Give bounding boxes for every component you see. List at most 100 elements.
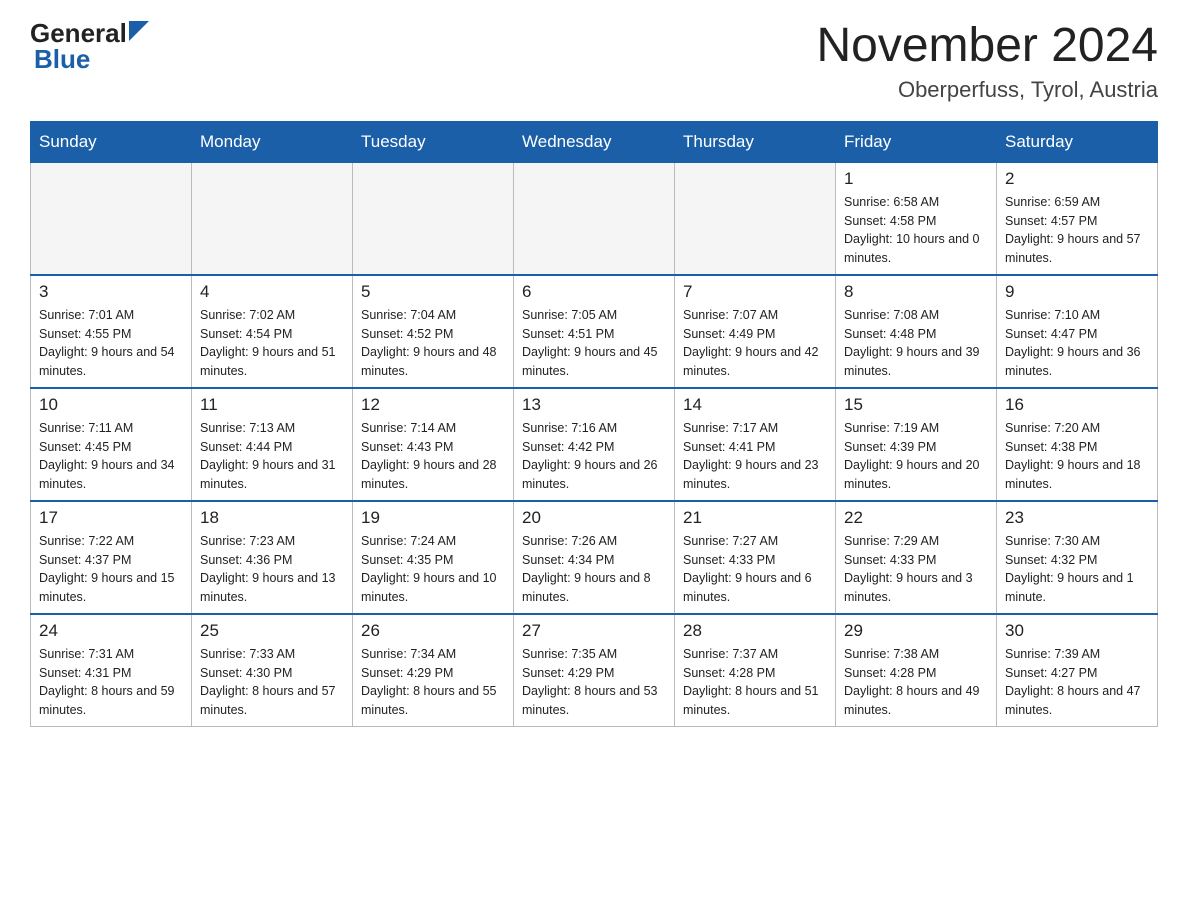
day-number: 26 <box>361 621 505 641</box>
day-info: Sunrise: 6:59 AMSunset: 4:57 PMDaylight:… <box>1005 193 1149 268</box>
week-row-5: 24 Sunrise: 7:31 AMSunset: 4:31 PMDayligh… <box>31 614 1158 727</box>
day-info: Sunrise: 7:27 AMSunset: 4:33 PMDaylight:… <box>683 532 827 607</box>
day-number: 13 <box>522 395 666 415</box>
calendar-cell <box>31 162 192 275</box>
week-row-4: 17 Sunrise: 7:22 AMSunset: 4:37 PMDayligh… <box>31 501 1158 614</box>
weekday-header-tuesday: Tuesday <box>353 121 514 162</box>
day-info: Sunrise: 7:11 AMSunset: 4:45 PMDaylight:… <box>39 419 183 494</box>
day-number: 6 <box>522 282 666 302</box>
weekday-header-sunday: Sunday <box>31 121 192 162</box>
day-info: Sunrise: 6:58 AMSunset: 4:58 PMDaylight:… <box>844 193 988 268</box>
day-info: Sunrise: 7:37 AMSunset: 4:28 PMDaylight:… <box>683 645 827 720</box>
calendar-subtitle: Oberperfuss, Tyrol, Austria <box>816 77 1158 103</box>
calendar-cell: 16 Sunrise: 7:20 AMSunset: 4:38 PMDayligh… <box>997 388 1158 501</box>
day-info: Sunrise: 7:04 AMSunset: 4:52 PMDaylight:… <box>361 306 505 381</box>
day-number: 18 <box>200 508 344 528</box>
day-number: 23 <box>1005 508 1149 528</box>
calendar-cell: 25Sunrise: 7:33 AMSunset: 4:30 PMDayligh… <box>192 614 353 727</box>
day-info: Sunrise: 7:29 AMSunset: 4:33 PMDaylight:… <box>844 532 988 607</box>
day-info: Sunrise: 7:23 AMSunset: 4:36 PMDaylight:… <box>200 532 344 607</box>
day-info: Sunrise: 7:16 AMSunset: 4:42 PMDaylight:… <box>522 419 666 494</box>
day-info: Sunrise: 7:30 AMSunset: 4:32 PMDaylight:… <box>1005 532 1149 607</box>
week-row-2: 3 Sunrise: 7:01 AMSunset: 4:55 PMDaylight… <box>31 275 1158 388</box>
day-info: Sunrise: 7:14 AMSunset: 4:43 PMDaylight:… <box>361 419 505 494</box>
calendar-cell: 21 Sunrise: 7:27 AMSunset: 4:33 PMDayligh… <box>675 501 836 614</box>
calendar-cell: 22 Sunrise: 7:29 AMSunset: 4:33 PMDayligh… <box>836 501 997 614</box>
calendar-cell: 14Sunrise: 7:17 AMSunset: 4:41 PMDayligh… <box>675 388 836 501</box>
calendar-table: SundayMondayTuesdayWednesdayThursdayFrid… <box>30 121 1158 727</box>
day-number: 28 <box>683 621 827 641</box>
day-number: 1 <box>844 169 988 189</box>
day-number: 15 <box>844 395 988 415</box>
logo-general-text: General <box>30 20 127 46</box>
calendar-cell: 15Sunrise: 7:19 AMSunset: 4:39 PMDayligh… <box>836 388 997 501</box>
calendar-cell: 2 Sunrise: 6:59 AMSunset: 4:57 PMDaylight… <box>997 162 1158 275</box>
weekday-header-row: SundayMondayTuesdayWednesdayThursdayFrid… <box>31 121 1158 162</box>
day-number: 24 <box>39 621 183 641</box>
day-number: 20 <box>522 508 666 528</box>
day-number: 4 <box>200 282 344 302</box>
calendar-cell: 10 Sunrise: 7:11 AMSunset: 4:45 PMDayligh… <box>31 388 192 501</box>
day-number: 11 <box>200 395 344 415</box>
calendar-cell: 29 Sunrise: 7:38 AMSunset: 4:28 PMDayligh… <box>836 614 997 727</box>
day-info: Sunrise: 7:34 AMSunset: 4:29 PMDaylight:… <box>361 645 505 720</box>
day-info: Sunrise: 7:26 AMSunset: 4:34 PMDaylight:… <box>522 532 666 607</box>
calendar-cell: 8 Sunrise: 7:08 AMSunset: 4:48 PMDaylight… <box>836 275 997 388</box>
day-number: 12 <box>361 395 505 415</box>
day-info: Sunrise: 7:35 AMSunset: 4:29 PMDaylight:… <box>522 645 666 720</box>
day-number: 17 <box>39 508 183 528</box>
day-info: Sunrise: 7:20 AMSunset: 4:38 PMDaylight:… <box>1005 419 1149 494</box>
day-number: 16 <box>1005 395 1149 415</box>
day-info: Sunrise: 7:13 AMSunset: 4:44 PMDaylight:… <box>200 419 344 494</box>
calendar-cell: 30 Sunrise: 7:39 AMSunset: 4:27 PMDayligh… <box>997 614 1158 727</box>
logo-blue-text: Blue <box>34 44 90 75</box>
day-info: Sunrise: 7:39 AMSunset: 4:27 PMDaylight:… <box>1005 645 1149 720</box>
day-info: Sunrise: 7:31 AMSunset: 4:31 PMDaylight:… <box>39 645 183 720</box>
calendar-cell: 4Sunrise: 7:02 AMSunset: 4:54 PMDaylight… <box>192 275 353 388</box>
calendar-cell: 20 Sunrise: 7:26 AMSunset: 4:34 PMDayligh… <box>514 501 675 614</box>
day-number: 5 <box>361 282 505 302</box>
calendar-cell: 13 Sunrise: 7:16 AMSunset: 4:42 PMDayligh… <box>514 388 675 501</box>
calendar-cell: 19Sunrise: 7:24 AMSunset: 4:35 PMDayligh… <box>353 501 514 614</box>
calendar-cell: 6Sunrise: 7:05 AMSunset: 4:51 PMDaylight… <box>514 275 675 388</box>
weekday-header-friday: Friday <box>836 121 997 162</box>
calendar-cell: 26 Sunrise: 7:34 AMSunset: 4:29 PMDayligh… <box>353 614 514 727</box>
day-number: 30 <box>1005 621 1149 641</box>
calendar-cell: 5 Sunrise: 7:04 AMSunset: 4:52 PMDaylight… <box>353 275 514 388</box>
weekday-header-monday: Monday <box>192 121 353 162</box>
calendar-cell: 18 Sunrise: 7:23 AMSunset: 4:36 PMDayligh… <box>192 501 353 614</box>
day-info: Sunrise: 7:01 AMSunset: 4:55 PMDaylight:… <box>39 306 183 381</box>
calendar-cell: 1 Sunrise: 6:58 AMSunset: 4:58 PMDaylight… <box>836 162 997 275</box>
day-number: 27 <box>522 621 666 641</box>
day-number: 29 <box>844 621 988 641</box>
day-number: 9 <box>1005 282 1149 302</box>
calendar-cell: 11 Sunrise: 7:13 AMSunset: 4:44 PMDayligh… <box>192 388 353 501</box>
day-number: 22 <box>844 508 988 528</box>
logo-arrow-icon <box>129 21 149 41</box>
day-number: 10 <box>39 395 183 415</box>
weekday-header-wednesday: Wednesday <box>514 121 675 162</box>
calendar-cell <box>192 162 353 275</box>
page-header: General Blue November 2024 Oberperfuss, … <box>30 20 1158 103</box>
calendar-cell: 3 Sunrise: 7:01 AMSunset: 4:55 PMDaylight… <box>31 275 192 388</box>
calendar-cell: 12 Sunrise: 7:14 AMSunset: 4:43 PMDayligh… <box>353 388 514 501</box>
day-info: Sunrise: 7:17 AMSunset: 4:41 PMDaylight:… <box>683 419 827 494</box>
day-number: 21 <box>683 508 827 528</box>
day-number: 8 <box>844 282 988 302</box>
calendar-cell: 9Sunrise: 7:10 AMSunset: 4:47 PMDaylight… <box>997 275 1158 388</box>
day-info: Sunrise: 7:24 AMSunset: 4:35 PMDaylight:… <box>361 532 505 607</box>
day-info: Sunrise: 7:08 AMSunset: 4:48 PMDaylight:… <box>844 306 988 381</box>
day-info: Sunrise: 7:07 AMSunset: 4:49 PMDaylight:… <box>683 306 827 381</box>
calendar-title: November 2024 <box>816 20 1158 73</box>
calendar-cell: 27 Sunrise: 7:35 AMSunset: 4:29 PMDayligh… <box>514 614 675 727</box>
calendar-cell: 28 Sunrise: 7:37 AMSunset: 4:28 PMDayligh… <box>675 614 836 727</box>
calendar-cell: 7 Sunrise: 7:07 AMSunset: 4:49 PMDaylight… <box>675 275 836 388</box>
day-info: Sunrise: 7:22 AMSunset: 4:37 PMDaylight:… <box>39 532 183 607</box>
week-row-3: 10 Sunrise: 7:11 AMSunset: 4:45 PMDayligh… <box>31 388 1158 501</box>
day-number: 2 <box>1005 169 1149 189</box>
day-number: 7 <box>683 282 827 302</box>
calendar-cell <box>514 162 675 275</box>
day-number: 3 <box>39 282 183 302</box>
day-info: Sunrise: 7:38 AMSunset: 4:28 PMDaylight:… <box>844 645 988 720</box>
calendar-cell: 17 Sunrise: 7:22 AMSunset: 4:37 PMDayligh… <box>31 501 192 614</box>
